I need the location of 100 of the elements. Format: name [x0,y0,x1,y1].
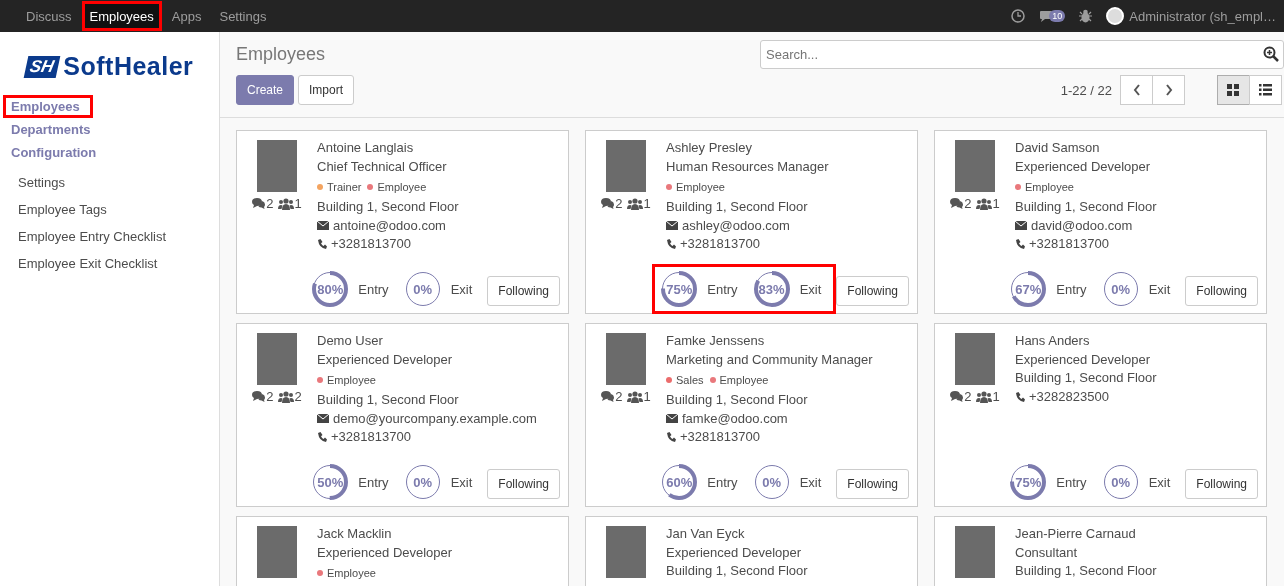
sidebar-item[interactable]: Employees [3,95,93,118]
phone-number: +3282823500 [1029,387,1109,406]
import-button[interactable]: Import [298,75,355,105]
users-icon [975,197,992,210]
menu-item[interactable]: Apps [163,1,210,31]
photo-placeholder [606,140,646,192]
comments-icon [252,198,266,209]
follower-count: 2 [294,389,302,404]
job-title: Human Resources Manager [666,157,830,176]
tag-label: Employee [327,373,376,388]
checklist-label: Entry [707,474,738,490]
sidebar-subitem[interactable]: Employee Entry Checklist [0,224,219,249]
work-location: Building 1, Second Floor [1015,369,1158,387]
checklist-label: Entry [707,281,738,297]
follower-count: 1 [294,196,302,211]
clock-icon[interactable] [1011,9,1026,23]
list-icon [1259,84,1272,96]
sidebar-item[interactable]: Departments [3,118,102,141]
work-location: Building 1, Second Floor [317,198,460,216]
following-button[interactable]: Following [487,469,560,499]
phone-number: +3281813700 [331,428,411,446]
job-title: Experienced Developer [317,350,454,369]
phone-icon [317,432,327,443]
menu-item[interactable]: Settings [211,1,275,31]
users-icon [277,390,294,403]
progress-ring [1102,271,1139,307]
menu-item[interactable]: Employees [81,1,162,31]
progress-percent: 67% [1015,281,1042,297]
employee-name: Ashley Presley [666,139,753,157]
checklist-label: Exit [799,474,822,490]
employee-card[interactable]: 2 2 Demo User Experienced Developer Employee Building 1, Second Floor demo@yourcompany.example.com +3281813700 50% Entry 0% Exit Following [236,323,569,507]
photo-placeholder [257,333,297,385]
menu-item[interactable]: Discuss [18,1,80,31]
message-count: 2 [964,196,972,211]
email-address: demo@yourcompany.example.com [333,409,537,428]
checklist-label: Exit [1148,281,1171,297]
employee-card[interactable]: Jan Van Eyck Experienced Developer Building 1, Second Floor [585,516,918,586]
message-count: 2 [266,196,274,211]
employee-card[interactable]: 2 1 David Samson Experienced Developer Employee Building 1, Second Floor david@odoo.com +3281813700 67% Entry 0% Exit Following [934,130,1267,314]
email-address: ashley@odoo.com [682,216,790,235]
following-button[interactable]: Following [836,276,909,306]
sidebar-subitem[interactable]: Employee Exit Checklist [0,251,219,276]
work-location: Building 1, Second Floor [1015,198,1158,216]
sidebar-item[interactable]: Configuration [3,141,108,164]
search-field[interactable]: Search... [760,40,1284,69]
employee-card[interactable]: 2 1 Antoine Langlais Chief Technical Officer Trainer Employee Building 1, Second Floor antoine@odoo.com +3281813700 80% Entry 0% Exit Following [236,130,569,314]
tag-label: Employee [719,373,769,388]
following-button[interactable]: Following [1185,469,1258,499]
previous-button[interactable] [1120,75,1153,105]
job-title: Experienced Developer [666,543,803,562]
checklist-label: Entry [358,281,389,297]
progress-ring [404,464,441,500]
bug-icon[interactable] [1079,9,1093,23]
work-location: Building 1, Second Floor [666,198,809,216]
employee-name: Hans Anders [1015,332,1091,350]
employee-card[interactable]: 2 1 Famke Jenssens Marketing and Community Manager Sales Employee Building 1, Second Floor famke@odoo.com +3281813700 60% Entry 0% Exit Following [585,323,918,507]
next-button[interactable] [1152,75,1185,105]
user-avatar [1106,7,1125,25]
progress-ring [753,464,790,500]
chevron-left-icon [1132,84,1141,96]
progress-ring [661,271,698,307]
email-address: david@odoo.com [1031,216,1133,235]
list-view-button[interactable] [1249,75,1282,105]
progress-ring [404,271,441,307]
create-button[interactable]: Create [236,75,295,105]
phone-icon [666,239,676,250]
job-title: Marketing and Community Manager [666,350,874,369]
progress-percent: 0% [413,281,432,297]
employee-name: Jan Van Eyck [666,525,746,543]
checklist-label: Entry [358,474,389,490]
work-location: Building 1, Second Floor [666,562,809,580]
checklist-label: Entry [1056,281,1087,297]
sidebar-subitem[interactable]: Settings [0,170,219,195]
tag-label: Employee [676,180,725,195]
users-icon [626,197,643,210]
photo-placeholder [257,526,297,578]
user-menu[interactable]: Administrator (sh_empl… [1129,8,1276,24]
employee-card[interactable]: Jean-Pierre Carnaud Consultant Building 1, Second Floor [934,516,1267,586]
progress-percent: 50% [317,474,344,490]
progress-ring [312,271,349,307]
employee-card[interactable]: Jack Macklin Experienced Developer Employee [236,516,569,586]
email-address: antoine@odoo.com [333,216,446,235]
follower-count: 1 [643,196,651,211]
sidebar-subitem[interactable]: Employee Tags [0,197,219,222]
kanban-view-button[interactable] [1217,75,1250,105]
employee-card[interactable]: 2 1 Hans Anders Experienced Developer Building 1, Second Floor +3282823500 75% Entry 0% Exit Following [934,323,1267,507]
following-button[interactable]: Following [836,469,909,499]
search-icon [1263,46,1279,62]
phone-number: +3281813700 [1029,235,1109,253]
users-icon [277,197,294,210]
comments-icon [601,198,615,209]
following-button[interactable]: Following [1185,276,1258,306]
follower-count: 1 [643,389,651,404]
following-button[interactable]: Following [487,276,560,306]
progress-percent: 60% [666,474,693,490]
progress-percent: 75% [1015,474,1042,490]
envelope-icon [317,221,329,231]
checklist-label: Exit [1148,474,1171,490]
photo-placeholder [955,333,995,385]
employee-card[interactable]: 2 1 Ashley Presley Human Resources Manager Employee Building 1, Second Floor ashley@odoo.com +3281813700 75% Entry 83% Exit Following [585,130,918,314]
